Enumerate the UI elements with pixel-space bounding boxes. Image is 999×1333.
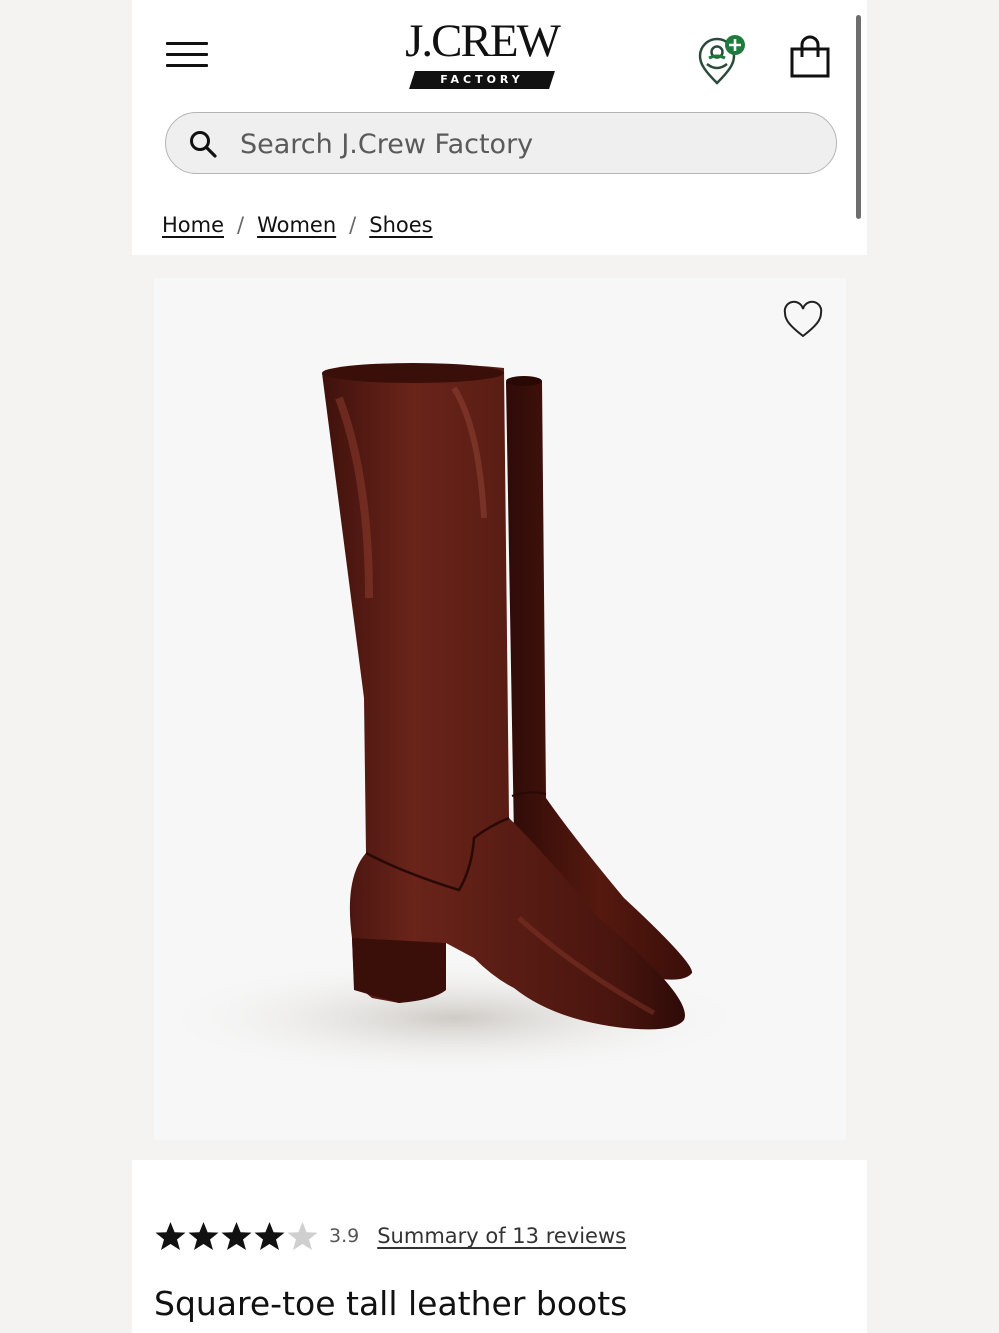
menu-line — [166, 42, 208, 45]
page: J.CREW FACTORY Home / Women / Sh — [132, 0, 867, 1333]
brand-sub-label: FACTORY — [440, 73, 524, 86]
star-rating[interactable] — [154, 1220, 319, 1253]
breadcrumb-separator: / — [349, 213, 357, 237]
heart-icon — [783, 300, 823, 338]
star-filled-icon — [254, 1221, 285, 1250]
breadcrumb-women[interactable]: Women — [257, 213, 336, 237]
search-input[interactable] — [238, 123, 802, 165]
account-rewards-icon — [698, 35, 745, 85]
shopping-bag-button[interactable] — [787, 35, 833, 81]
product-title: Square-toe tall leather boots — [154, 1284, 628, 1323]
rating-row: 3.9 Summary of 13 reviews — [154, 1216, 626, 1256]
star-filled-icon — [221, 1221, 252, 1250]
menu-line — [166, 53, 208, 56]
boots-photo — [154, 363, 754, 1078]
scrollbar[interactable] — [856, 15, 861, 219]
breadcrumb-home[interactable]: Home — [162, 213, 224, 237]
search-bar[interactable] — [165, 112, 837, 174]
product-gallery — [132, 255, 867, 1160]
breadcrumb-separator: / — [237, 213, 245, 237]
menu-button[interactable] — [166, 40, 210, 70]
brand-name: J.CREW — [405, 15, 561, 67]
rating-value: 3.9 — [329, 1225, 360, 1247]
product-image[interactable] — [154, 278, 846, 1140]
reviews-summary-link[interactable]: Summary of 13 reviews — [377, 1224, 626, 1248]
star-filled-icon — [155, 1221, 186, 1250]
menu-line — [166, 64, 208, 67]
search-icon — [190, 131, 217, 158]
breadcrumb: Home / Women / Shoes — [162, 213, 433, 237]
brand-logo[interactable]: J.CREW FACTORY — [387, 18, 577, 94]
account-rewards-button[interactable] — [695, 33, 749, 87]
star-filled-icon — [188, 1221, 219, 1250]
shopping-bag-icon — [790, 35, 830, 78]
star-empty-icon — [287, 1221, 318, 1250]
breadcrumb-shoes[interactable]: Shoes — [369, 213, 432, 237]
wishlist-button[interactable] — [782, 300, 824, 342]
